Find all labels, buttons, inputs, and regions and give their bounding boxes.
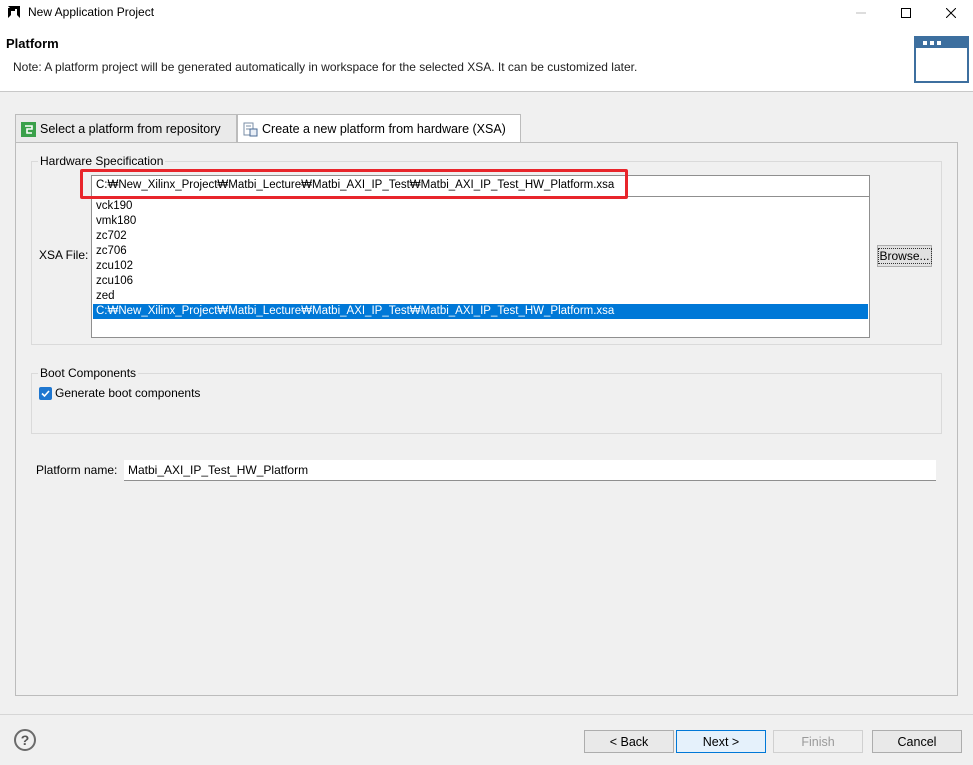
generate-boot-components-checkbox[interactable] bbox=[39, 387, 52, 400]
next-button[interactable]: Next > bbox=[676, 730, 766, 753]
dropdown-option-zc706[interactable]: zc706 bbox=[93, 244, 868, 259]
tab-label: Select a platform from repository bbox=[40, 122, 221, 136]
dropdown-option-selected-xsa[interactable]: C:₩New_Xilinx_Project₩Matbi_Lecture₩Matb… bbox=[93, 304, 868, 319]
dropdown-option-zed[interactable]: zed bbox=[93, 289, 868, 304]
annotation-highlight-box bbox=[80, 169, 628, 199]
wizard-header: Platform Note: A platform project will b… bbox=[0, 26, 973, 92]
tab-select-platform-repository[interactable]: Select a platform from repository bbox=[15, 114, 237, 143]
platform-name-label: Platform name: bbox=[36, 463, 118, 477]
close-button[interactable] bbox=[928, 0, 973, 26]
browse-button[interactable]: Browse... bbox=[877, 245, 932, 267]
finish-button[interactable]: Finish bbox=[773, 730, 863, 753]
minimize-button[interactable] bbox=[838, 0, 884, 26]
title-bar: New Application Project bbox=[0, 0, 973, 26]
xsa-file-label: XSA File: bbox=[39, 248, 89, 262]
page-title: Platform bbox=[6, 36, 59, 51]
cancel-button[interactable]: Cancel bbox=[872, 730, 962, 753]
hardware-platform-icon bbox=[243, 122, 258, 136]
dropdown-option-zc702[interactable]: zc702 bbox=[93, 229, 868, 244]
wizard-window-icon bbox=[914, 36, 969, 83]
minimize-icon bbox=[856, 12, 866, 14]
tab-label: Create a new platform from hardware (XSA… bbox=[262, 122, 506, 136]
browse-button-label: Browse... bbox=[877, 248, 932, 264]
help-icon[interactable]: ? bbox=[14, 729, 36, 751]
back-button[interactable]: < Back bbox=[584, 730, 674, 753]
dropdown-option-vmk180[interactable]: vmk180 bbox=[93, 214, 868, 229]
checkmark-icon bbox=[41, 390, 50, 398]
tab-create-platform-from-hardware[interactable]: Create a new platform from hardware (XSA… bbox=[237, 114, 521, 143]
amd-logo-icon bbox=[8, 6, 20, 18]
footer-divider bbox=[0, 714, 973, 715]
dropdown-option-vck190[interactable]: vck190 bbox=[93, 199, 868, 214]
maximize-icon bbox=[901, 8, 911, 18]
generate-boot-components-label: Generate boot components bbox=[55, 386, 201, 400]
xsa-file-dropdown-list: vck190 vmk180 zc702 zc706 zcu102 zcu106 … bbox=[91, 197, 870, 338]
dropdown-option-zcu102[interactable]: zcu102 bbox=[93, 259, 868, 274]
hardware-specification-label: Hardware Specification bbox=[38, 154, 166, 168]
page-description: Note: A platform project will be generat… bbox=[13, 60, 638, 74]
repository-icon bbox=[21, 121, 36, 137]
boot-components-label: Boot Components bbox=[38, 366, 139, 380]
platform-name-input[interactable]: Matbi_AXI_IP_Test_HW_Platform bbox=[124, 460, 936, 481]
window-title: New Application Project bbox=[28, 5, 155, 19]
maximize-button[interactable] bbox=[883, 0, 929, 26]
close-icon bbox=[946, 8, 956, 18]
boot-components-group bbox=[31, 373, 942, 434]
dropdown-option-zcu106[interactable]: zcu106 bbox=[93, 274, 868, 289]
